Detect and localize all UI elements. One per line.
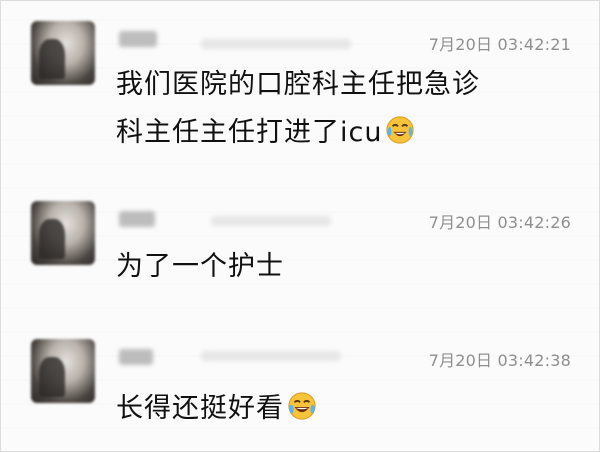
message-text[interactable]: 我们医院的口腔科主任把急诊 科主任主任打进了icu bbox=[116, 61, 480, 157]
message-line-text: 科主任主任打进了icu bbox=[116, 117, 383, 148]
message-timestamp: 7月20日 03:42:38 bbox=[428, 351, 571, 370]
message-line-text: 长得还挺好看 bbox=[116, 393, 284, 424]
blurred-strip bbox=[201, 351, 341, 361]
laughing-crying-emoji-icon bbox=[386, 116, 415, 144]
sender-name: 昵称 bbox=[119, 211, 155, 227]
message-line: 科主任主任打进了icu bbox=[116, 109, 480, 157]
chat-screenshot: 昵称 7月20日 03:42:21 我们医院的口腔科主任把急诊 科主任主任打进了… bbox=[0, 0, 600, 452]
message-text[interactable]: 长得还挺好看 bbox=[116, 385, 317, 433]
avatar[interactable] bbox=[31, 339, 95, 403]
message-line: 为了一个护士 bbox=[116, 251, 284, 282]
message-timestamp: 7月20日 03:42:26 bbox=[428, 213, 571, 232]
message-line: 我们医院的口腔科主任把急诊 bbox=[116, 69, 480, 100]
blurred-strip bbox=[201, 39, 351, 49]
avatar[interactable] bbox=[31, 201, 95, 265]
avatar[interactable] bbox=[31, 21, 95, 85]
blurred-strip bbox=[211, 216, 331, 226]
message-timestamp: 7月20日 03:42:21 bbox=[428, 35, 571, 54]
sender-name: 昵称 bbox=[119, 349, 153, 365]
tears-of-joy-emoji-icon bbox=[288, 392, 316, 420]
sender-name: 昵称 bbox=[119, 31, 157, 47]
message-line: 长得还挺好看 bbox=[116, 385, 317, 433]
message-text[interactable]: 为了一个护士 bbox=[116, 243, 284, 291]
